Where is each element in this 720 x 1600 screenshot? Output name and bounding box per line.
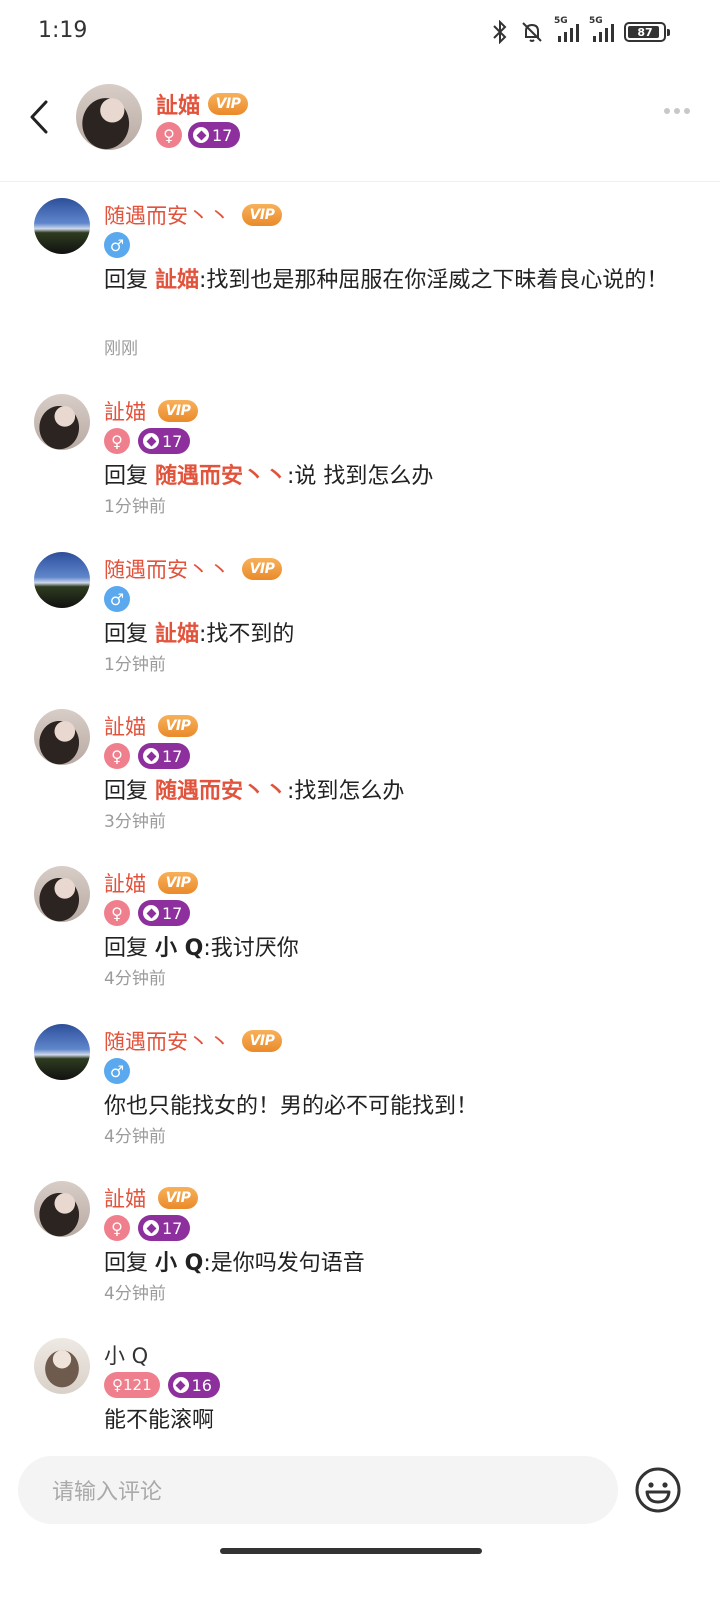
gender-female-badge: ♀121	[104, 1372, 160, 1398]
level-badge: 16	[167, 1372, 220, 1398]
comment-author[interactable]: 小 Q	[104, 1340, 148, 1370]
comment-text: 回复 小 Q:是你吗发句语音	[104, 1251, 365, 1276]
comment-author[interactable]: 訨媌	[104, 711, 146, 741]
avatar[interactable]	[34, 866, 90, 922]
comment-text: 能不能滚啊	[104, 1408, 215, 1433]
vip-badge: VIP	[158, 715, 198, 737]
level-badge: 17	[138, 1215, 191, 1241]
level-badge: 17	[138, 428, 191, 454]
vip-badge: VIP	[158, 400, 198, 422]
gender-male-badge: ♂	[104, 1058, 130, 1084]
comment-author[interactable]: 訨媌	[104, 396, 146, 426]
diamond-icon	[172, 1377, 189, 1393]
comment-author[interactable]: 随遇而安丶丶	[104, 1026, 230, 1056]
level-badge: 17	[138, 743, 191, 769]
diamond-icon	[193, 127, 209, 143]
comment-author[interactable]: 随遇而安丶丶	[104, 200, 230, 230]
comment-time: 4分钟前	[104, 1127, 166, 1147]
status-bar: 1:19 5G 5G 87	[0, 0, 720, 64]
diamond-icon	[143, 748, 159, 764]
reply-target[interactable]: 随遇而安丶丶	[155, 779, 287, 804]
more-button[interactable]	[664, 108, 690, 114]
comment-time: 4分钟前	[104, 969, 166, 989]
reply-target[interactable]: 訨媌	[155, 268, 199, 293]
profile-name[interactable]: 訨媌	[156, 88, 200, 120]
gender-female-badge: ♀	[104, 900, 130, 926]
gender-female-badge: ♀	[156, 122, 182, 148]
avatar[interactable]	[34, 1024, 90, 1080]
comment-text: 回复 随遇而安丶丶:说 找到怎么办	[104, 464, 434, 489]
reply-target[interactable]: 訨媌	[155, 622, 199, 647]
reply-target[interactable]: 随遇而安丶丶	[155, 464, 287, 489]
battery-level: 87	[637, 25, 653, 39]
comment-text: 回复 小 Q:我讨厌你	[104, 936, 299, 961]
comment-text: 回复 随遇而安丶丶:找到怎么办	[104, 779, 405, 804]
gender-female-badge: ♀	[104, 1215, 130, 1241]
avatar[interactable]	[34, 1338, 90, 1394]
chevron-left-icon	[30, 100, 48, 134]
avatar[interactable]	[34, 1181, 90, 1237]
signal-icon-sim2: 5G	[589, 16, 614, 42]
comment-time: 4分钟前	[104, 1284, 166, 1304]
battery-icon: 87	[624, 22, 670, 42]
back-button[interactable]	[24, 97, 54, 137]
bluetooth-icon	[493, 20, 507, 44]
emoji-button[interactable]	[634, 1466, 682, 1514]
signal-icon-sim1: 5G	[554, 16, 579, 42]
vip-badge: VIP	[158, 872, 198, 894]
status-icons: 5G 5G 87	[490, 16, 670, 46]
avatar[interactable]	[34, 709, 90, 765]
comment-input-placeholder: 请输入评论	[52, 1480, 163, 1505]
gender-female-badge: ♀	[104, 743, 130, 769]
reply-target[interactable]: 小 Q	[155, 1251, 203, 1276]
gender-male-badge: ♂	[104, 232, 130, 258]
header-badges: ♀ 17	[156, 122, 241, 148]
status-time: 1:19	[38, 18, 88, 43]
avatar[interactable]	[34, 198, 90, 254]
comment-input[interactable]: 请输入评论	[18, 1456, 618, 1524]
comment-text: 回复 訨媌:找到也是那种屈服在你淫威之下昧着良心说的！	[104, 268, 669, 293]
header: 訨媌 VIP ♀ 17	[0, 72, 720, 182]
bell-muted-icon	[522, 22, 542, 42]
header-name-row: 訨媌 VIP	[156, 88, 249, 120]
comment-time: 1分钟前	[104, 655, 166, 675]
vip-badge: VIP	[208, 93, 249, 115]
diamond-icon	[143, 905, 159, 921]
comment-time: 1分钟前	[104, 497, 166, 517]
home-indicator[interactable]	[220, 1548, 482, 1554]
vip-badge: VIP	[242, 1030, 282, 1052]
comment-time: 刚刚	[104, 339, 138, 359]
diamond-icon	[143, 1220, 159, 1236]
avatar[interactable]	[34, 394, 90, 450]
diamond-icon	[143, 433, 159, 449]
avatar[interactable]	[76, 84, 142, 150]
vip-badge: VIP	[158, 1187, 198, 1209]
comment-time: 3分钟前	[104, 812, 166, 832]
smiley-icon	[635, 1467, 681, 1513]
vip-badge: VIP	[242, 558, 282, 580]
gender-male-badge: ♂	[104, 586, 130, 612]
level-badge: 17	[138, 900, 191, 926]
reply-target[interactable]: 小 Q	[155, 936, 203, 961]
vip-badge: VIP	[242, 204, 282, 226]
comment-text: 回复 訨媌:找不到的	[104, 622, 295, 647]
comment-author[interactable]: 訨媌	[104, 868, 146, 898]
gender-female-badge: ♀	[104, 428, 130, 454]
avatar[interactable]	[34, 552, 90, 608]
level-badge: 17	[188, 122, 241, 148]
comment-text: 你也只能找女的！男的必不可能找到！	[104, 1094, 479, 1119]
comment-author[interactable]: 訨媌	[104, 1183, 146, 1213]
comment-author[interactable]: 随遇而安丶丶	[104, 554, 230, 584]
